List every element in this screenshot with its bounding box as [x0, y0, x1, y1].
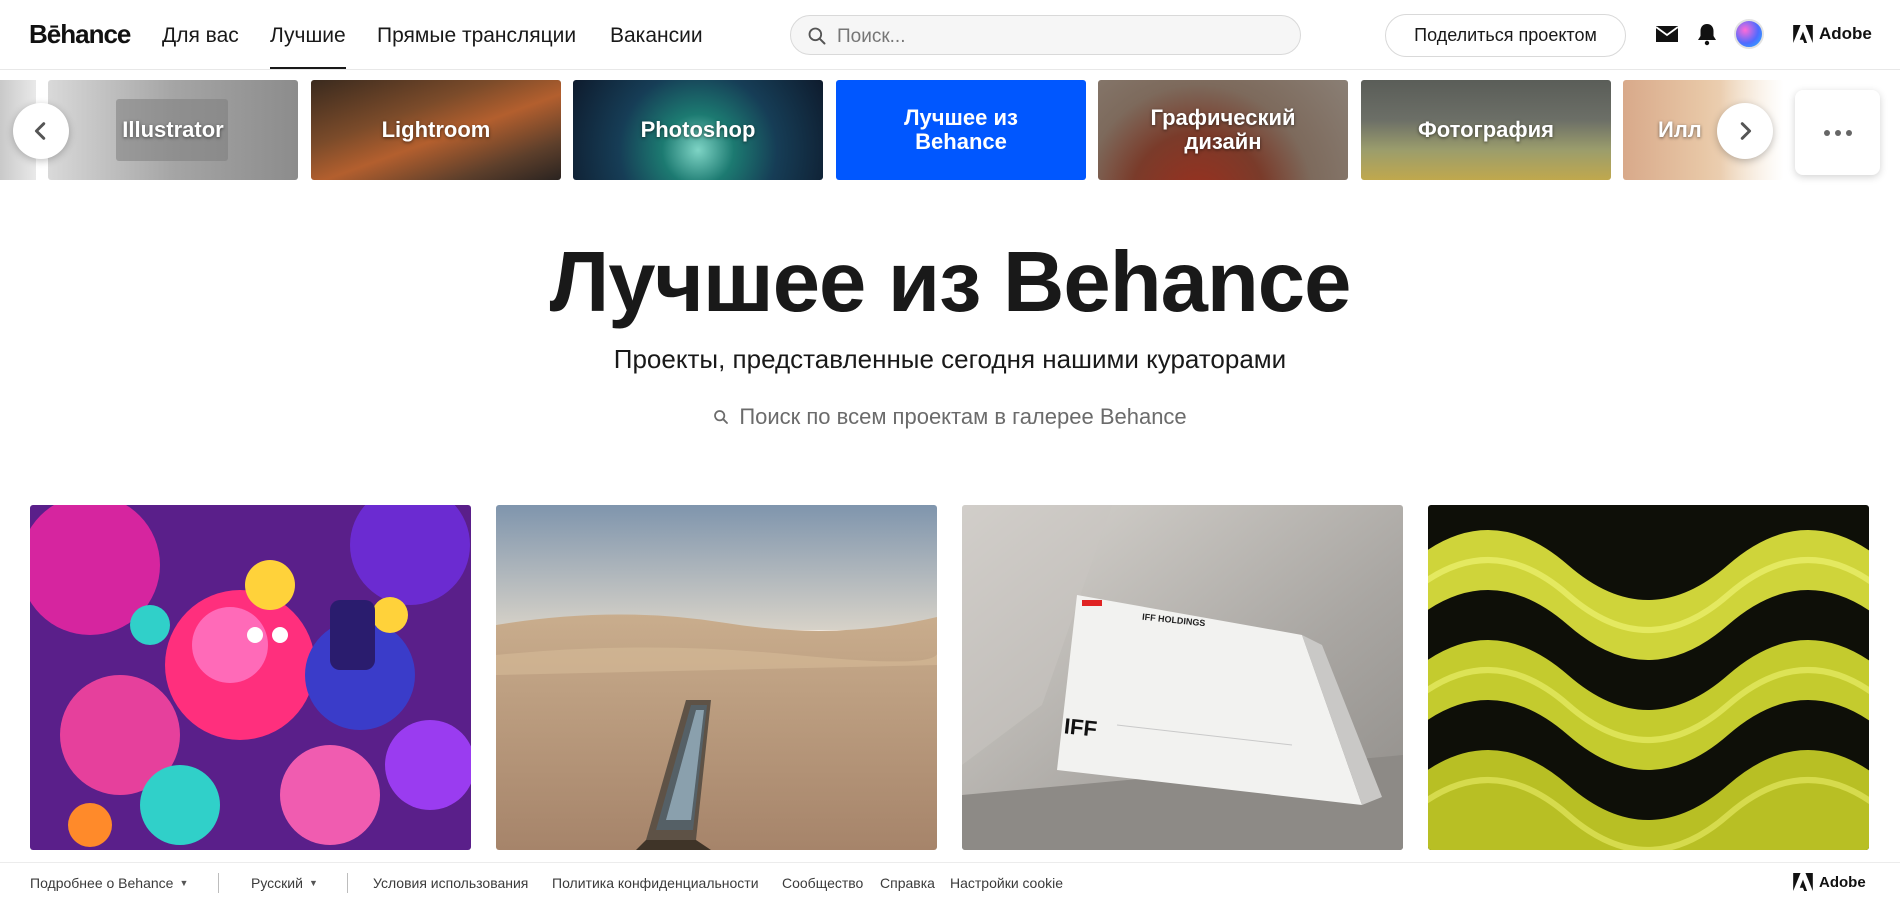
footer-link-help[interactable]: Справка [880, 875, 935, 891]
caret-down-icon: ▼ [308, 878, 318, 888]
project-card-3d-pattern[interactable] [1428, 505, 1869, 850]
adobe-brand[interactable]: Adobe [1793, 24, 1872, 44]
footer-divider [218, 873, 219, 893]
iff-card-logo: IFF [1062, 713, 1099, 742]
footer-link-privacy[interactable]: Политика конфиденциальности [552, 875, 759, 891]
search-input[interactable]: Поиск... [790, 15, 1301, 55]
category-tile-graphic-design[interactable]: Графический дизайн [1098, 80, 1348, 180]
category-label: Лучшее из Behance [904, 105, 1018, 154]
category-label: Lightroom [381, 117, 491, 143]
category-label: Illustrator [122, 117, 224, 143]
project-thumbnail [962, 505, 1403, 850]
project-thumbnail [30, 505, 471, 850]
category-tile-lightroom[interactable]: Lightroom [311, 80, 561, 180]
category-tile-illustrator[interactable]: Illustrator [48, 80, 298, 180]
page-title: Лучшее из Behance [549, 235, 1352, 330]
carousel-prev-button[interactable] [13, 103, 69, 159]
search-placeholder: Поиск... [837, 26, 906, 47]
category-label: Илл [1658, 117, 1702, 143]
page-footer: Подробнее о Behance ▼ Русский ▼ Условия ис… [0, 862, 1900, 901]
project-card-desert-photo[interactable] [496, 505, 937, 850]
footer-about-dropdown[interactable]: Подробнее о Behance ▼ [30, 875, 188, 891]
category-label: Фотография [1417, 117, 1555, 143]
footer-language-label: Русский [251, 875, 303, 891]
footer-link-community[interactable]: Сообщество [782, 875, 863, 891]
footer-about-label: Подробнее о Behance [30, 875, 174, 891]
nav-for-you[interactable]: Для вас [162, 24, 239, 48]
footer-divider [347, 873, 348, 893]
more-categories-button[interactable] [1795, 90, 1880, 175]
top-navigation: Bēhance Для вас Лучшие Прямые трансляции… [0, 0, 1900, 70]
project-thumbnail [1428, 505, 1869, 850]
bell-icon[interactable] [1695, 22, 1719, 46]
category-carousel: Illustrator Lightroom Photoshop Лучшее и… [0, 80, 1900, 182]
category-label: Графический дизайн [1150, 105, 1296, 154]
adobe-label: Adobe [1819, 24, 1872, 43]
project-card-illustration[interactable] [30, 505, 471, 850]
gallery-search-placeholder: Поиск по всем проектам в галерее Behance [739, 404, 1187, 429]
adobe-logo-icon [1793, 25, 1813, 43]
search-icon [714, 410, 729, 424]
footer-language-dropdown[interactable]: Русский ▼ [251, 875, 318, 891]
category-tile-photography[interactable]: Фотография [1361, 80, 1611, 180]
nav-livestreams[interactable]: Прямые трансляции [377, 24, 576, 48]
category-label: Photoshop [640, 117, 756, 143]
category-tile-photoshop[interactable]: Photoshop [573, 80, 823, 180]
project-thumbnail [496, 505, 937, 850]
nav-best[interactable]: Лучшие [270, 24, 346, 69]
footer-link-terms[interactable]: Условия использования [373, 875, 528, 891]
chevron-left-icon [34, 122, 46, 140]
search-icon [808, 27, 826, 45]
nav-jobs[interactable]: Вакансии [610, 24, 703, 48]
more-dots-icon [1823, 129, 1852, 136]
caret-down-icon: ▼ [179, 878, 189, 888]
chevron-right-icon [1740, 122, 1752, 140]
project-card-iff-branding[interactable]: IFF HOLDINGS IFF [962, 505, 1403, 850]
behance-logo[interactable]: Bēhance [29, 19, 131, 50]
gallery-search-input[interactable]: Поиск по всем проектам в галерее Behance [708, 400, 1192, 434]
footer-adobe-label: Adobe [1819, 873, 1866, 891]
mail-icon[interactable] [1655, 22, 1679, 46]
adobe-logo-icon [1793, 873, 1813, 891]
category-tile-best-of-behance[interactable]: Лучшее из Behance [836, 80, 1086, 180]
footer-adobe-brand[interactable]: Adobe [1793, 873, 1866, 891]
footer-link-cookie-settings[interactable]: Настройки cookie [950, 875, 1063, 891]
avatar[interactable] [1734, 19, 1764, 49]
carousel-next-button[interactable] [1717, 103, 1773, 159]
page-subtitle: Проекты, представленные сегодня нашими к… [613, 344, 1287, 374]
share-project-button[interactable]: Поделиться проектом [1385, 14, 1626, 57]
